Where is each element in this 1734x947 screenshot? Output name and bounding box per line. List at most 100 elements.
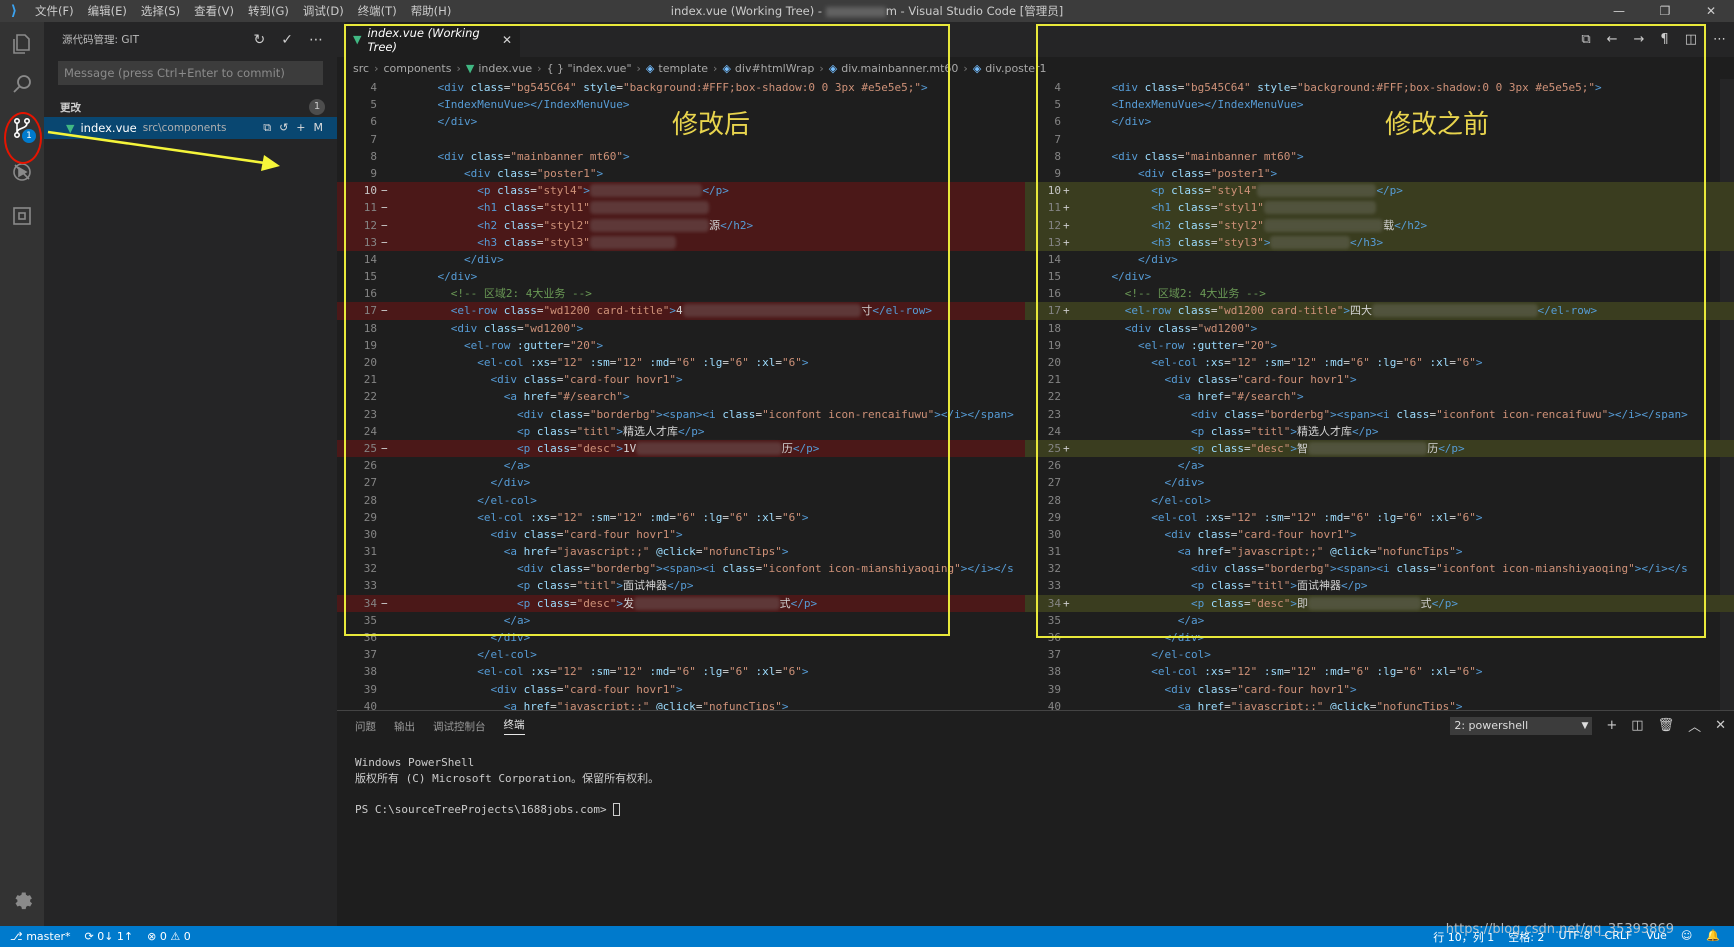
code-line[interactable]: 25− <p class="desc">1Vxxxxxxxxxxxxxxxxxx… <box>337 439 1025 458</box>
search-icon[interactable] <box>0 62 44 106</box>
code-line[interactable]: 14 </div> <box>337 251 1025 268</box>
open-file-icon[interactable]: ⧉ <box>1581 32 1590 47</box>
code-line[interactable]: 20 <el-col :xs="12" :sm="12" :md="6" :lg… <box>337 354 1025 371</box>
breadcrumb-item[interactable]: components <box>383 62 451 75</box>
code-line[interactable]: 28 </el-col> <box>1025 492 1734 509</box>
code-line[interactable]: 33 <p class="titl">面试神器</p> <box>1025 577 1734 594</box>
code-line[interactable]: 27 </div> <box>337 474 1025 491</box>
menu-edit[interactable]: 编辑(E) <box>81 3 134 19</box>
code-line[interactable]: 38 <el-col :xs="12" :sm="12" :md="6" :lg… <box>337 663 1025 680</box>
menu-selection[interactable]: 选择(S) <box>134 3 187 19</box>
code-line[interactable]: 35 </a> <box>337 612 1025 629</box>
code-line[interactable]: 18 <div class="wd1200"> <box>337 320 1025 337</box>
code-line[interactable]: 34− <p class="desc">发xxxxxxxxxxxxxxxxxxx… <box>337 594 1025 612</box>
whitespace-toggle-icon[interactable]: ¶ <box>1660 32 1668 47</box>
code-line[interactable]: 35 </a> <box>1025 612 1734 629</box>
close-panel-icon[interactable]: ✕ <box>1715 718 1726 733</box>
code-line[interactable]: 29 <el-col :xs="12" :sm="12" :md="6" :lg… <box>1025 509 1734 526</box>
notifications-icon[interactable]: 🔔 <box>1706 929 1720 945</box>
sync-indicator[interactable]: ⟳ 0↓ 1↑ <box>84 930 133 943</box>
code-line[interactable]: 13+ <h3 class="styl3">xxxxxxxxxxxx</h3> <box>1025 233 1734 251</box>
code-line[interactable]: 27 </div> <box>1025 474 1734 491</box>
breadcrumb-item[interactable]: index.vue <box>478 62 532 75</box>
code-line[interactable]: 15 </div> <box>1025 268 1734 285</box>
tab-terminal[interactable]: 终端 <box>503 717 525 735</box>
menu-view[interactable]: 查看(V) <box>187 3 241 19</box>
code-line[interactable]: 17− <el-row class="wd1200 card-title">4x… <box>337 302 1025 320</box>
code-line[interactable]: 12− <h2 class="styl2"xxxxxxxxxxxxxxxxxx源… <box>337 216 1025 234</box>
code-line[interactable]: 30 <div class="card-four hovr1"> <box>1025 526 1734 543</box>
menu-file[interactable]: 文件(F) <box>28 3 81 19</box>
code-line[interactable]: 31 <a href="javascript:;" @click="nofunc… <box>1025 543 1734 560</box>
code-line[interactable]: 36 </div> <box>337 629 1025 646</box>
code-line[interactable]: 40 <a href="javascript:;" @click="nofunc… <box>337 698 1025 710</box>
code-line[interactable]: 23 <div class="borderbg"><span><i class=… <box>337 406 1025 423</box>
code-line[interactable]: 28 </el-col> <box>337 492 1025 509</box>
split-terminal-icon[interactable]: ◫ <box>1631 718 1643 733</box>
editor-tab[interactable]: ▼ index.vue (Working Tree) ✕ <box>345 22 520 57</box>
code-line[interactable]: 37 </el-col> <box>337 646 1025 663</box>
code-line[interactable]: 31 <a href="javascript:;" @click="nofunc… <box>337 543 1025 560</box>
code-line[interactable]: 15 </div> <box>337 268 1025 285</box>
diff-left-pane[interactable]: 4 <div class="bg545C64" style="backgroun… <box>337 79 1025 710</box>
diff-right-pane[interactable]: 4 <div class="bg545C64" style="backgroun… <box>1025 79 1734 710</box>
code-line[interactable]: 4 <div class="bg545C64" style="backgroun… <box>337 79 1025 96</box>
code-line[interactable]: 5 <IndexMenuVue></IndexMenuVue> <box>1025 96 1734 113</box>
code-line[interactable]: 25+ <p class="desc">智xxxxxxxxxxxxxxxxxx历… <box>1025 439 1734 458</box>
code-line[interactable]: 37 </el-col> <box>1025 646 1734 663</box>
tab-debug-console[interactable]: 调试控制台 <box>433 719 486 734</box>
code-line[interactable]: 10− <p class="styl4">xxxxxxxxxxxxxxxxx</… <box>337 182 1025 200</box>
close-window-icon[interactable]: ✕ <box>1688 0 1734 22</box>
code-line[interactable]: 4 <div class="bg545C64" style="backgroun… <box>1025 79 1734 96</box>
next-change-icon[interactable]: → <box>1634 32 1645 47</box>
more-icon[interactable]: ⋯ <box>1713 32 1726 47</box>
code-line[interactable]: 14 </div> <box>1025 251 1734 268</box>
explorer-icon[interactable] <box>0 22 44 66</box>
code-line[interactable]: 8 <div class="mainbanner mt60"> <box>337 148 1025 165</box>
code-line[interactable]: 11+ <h1 class="styl1"xxxxxxxxxxxxxxxxx <box>1025 199 1734 217</box>
code-line[interactable]: 19 <el-row :gutter="20"> <box>337 337 1025 354</box>
code-line[interactable]: 19 <el-row :gutter="20"> <box>1025 337 1734 354</box>
problems-indicator[interactable]: ⊗ 0 ⚠ 0 <box>147 930 191 943</box>
terminal-output[interactable]: Windows PowerShell 版权所有 (C) Microsoft Cor… <box>337 741 1734 831</box>
code-line[interactable]: 21 <div class="card-four hovr1"> <box>1025 371 1734 388</box>
code-line[interactable]: 22 <a href="#/search"> <box>337 388 1025 405</box>
code-line[interactable]: 16 <!-- 区域2: 4大业务 --> <box>337 285 1025 302</box>
code-line[interactable]: 17 + <el-row class="wd1200 card-title">四大… <box>1025 302 1734 320</box>
code-line[interactable]: 24 <p class="titl">精选人才库</p> <box>337 423 1025 440</box>
breadcrumb-item[interactable]: div.mainbanner.mt60 <box>841 62 958 75</box>
close-tab-icon[interactable]: ✕ <box>502 33 512 47</box>
code-line[interactable]: 16 <!-- 区域2: 4大业务 --> <box>1025 285 1734 302</box>
new-terminal-icon[interactable]: + <box>1606 718 1617 733</box>
tab-output[interactable]: 输出 <box>394 719 415 734</box>
code-line[interactable]: 26 </a> <box>1025 457 1734 474</box>
menu-terminal[interactable]: 终端(T) <box>351 3 404 19</box>
breadcrumb-item[interactable]: src <box>353 62 369 75</box>
code-line[interactable]: 38 <el-col :xs="12" :sm="12" :md="6" :lg… <box>1025 663 1734 680</box>
settings-gear-icon[interactable] <box>0 878 44 922</box>
breadcrumb-item[interactable]: div.poster1 <box>985 62 1046 75</box>
feedback-icon[interactable]: ☺ <box>1681 929 1692 945</box>
code-line[interactable]: 7 <box>1025 131 1734 148</box>
breadcrumb-item[interactable]: div#htmlWrap <box>735 62 814 75</box>
extensions-icon[interactable] <box>0 194 44 238</box>
code-line[interactable]: 9 <div class="poster1"> <box>1025 165 1734 182</box>
code-line[interactable]: 23 <div class="borderbg"><span><i class=… <box>1025 406 1734 423</box>
code-line[interactable]: 26 </a> <box>337 457 1025 474</box>
maximize-panel-icon[interactable]: ︿ <box>1688 716 1701 735</box>
menu-debug[interactable]: 调试(D) <box>296 3 351 19</box>
code-line[interactable]: 10+ <p class="styl4"xxxxxxxxxxxxxxxxxx</… <box>1025 182 1734 200</box>
code-line[interactable]: 39 <div class="card-four hovr1"> <box>1025 681 1734 698</box>
code-line[interactable]: 21 <div class="card-four hovr1"> <box>337 371 1025 388</box>
code-line[interactable]: 8 <div class="mainbanner mt60"> <box>1025 148 1734 165</box>
code-line[interactable]: 18 <div class="wd1200"> <box>1025 320 1734 337</box>
code-line[interactable]: 30 <div class="card-four hovr1"> <box>337 526 1025 543</box>
code-line[interactable]: 33 <p class="titl">面试神器</p> <box>337 577 1025 594</box>
code-line[interactable]: 12+ <h2 class="styl2"xxxxxxxxxxxxxxxxxx载… <box>1025 216 1734 234</box>
code-line[interactable]: 39 <div class="card-four hovr1"> <box>337 681 1025 698</box>
code-line[interactable]: 22 <a href="#/search"> <box>1025 388 1734 405</box>
menu-goto[interactable]: 转到(G) <box>241 3 296 19</box>
code-line[interactable]: 13− <h3 class="styl3"xxxxxxxxxxxxx <box>337 233 1025 251</box>
code-line[interactable]: 34+ <p class="desc">即xxxxxxxxxxxxxxxxx式<… <box>1025 594 1734 612</box>
code-line[interactable]: 11− <h1 class="styl1"xxxxxxxxxxxxxxxxxx <box>337 199 1025 217</box>
